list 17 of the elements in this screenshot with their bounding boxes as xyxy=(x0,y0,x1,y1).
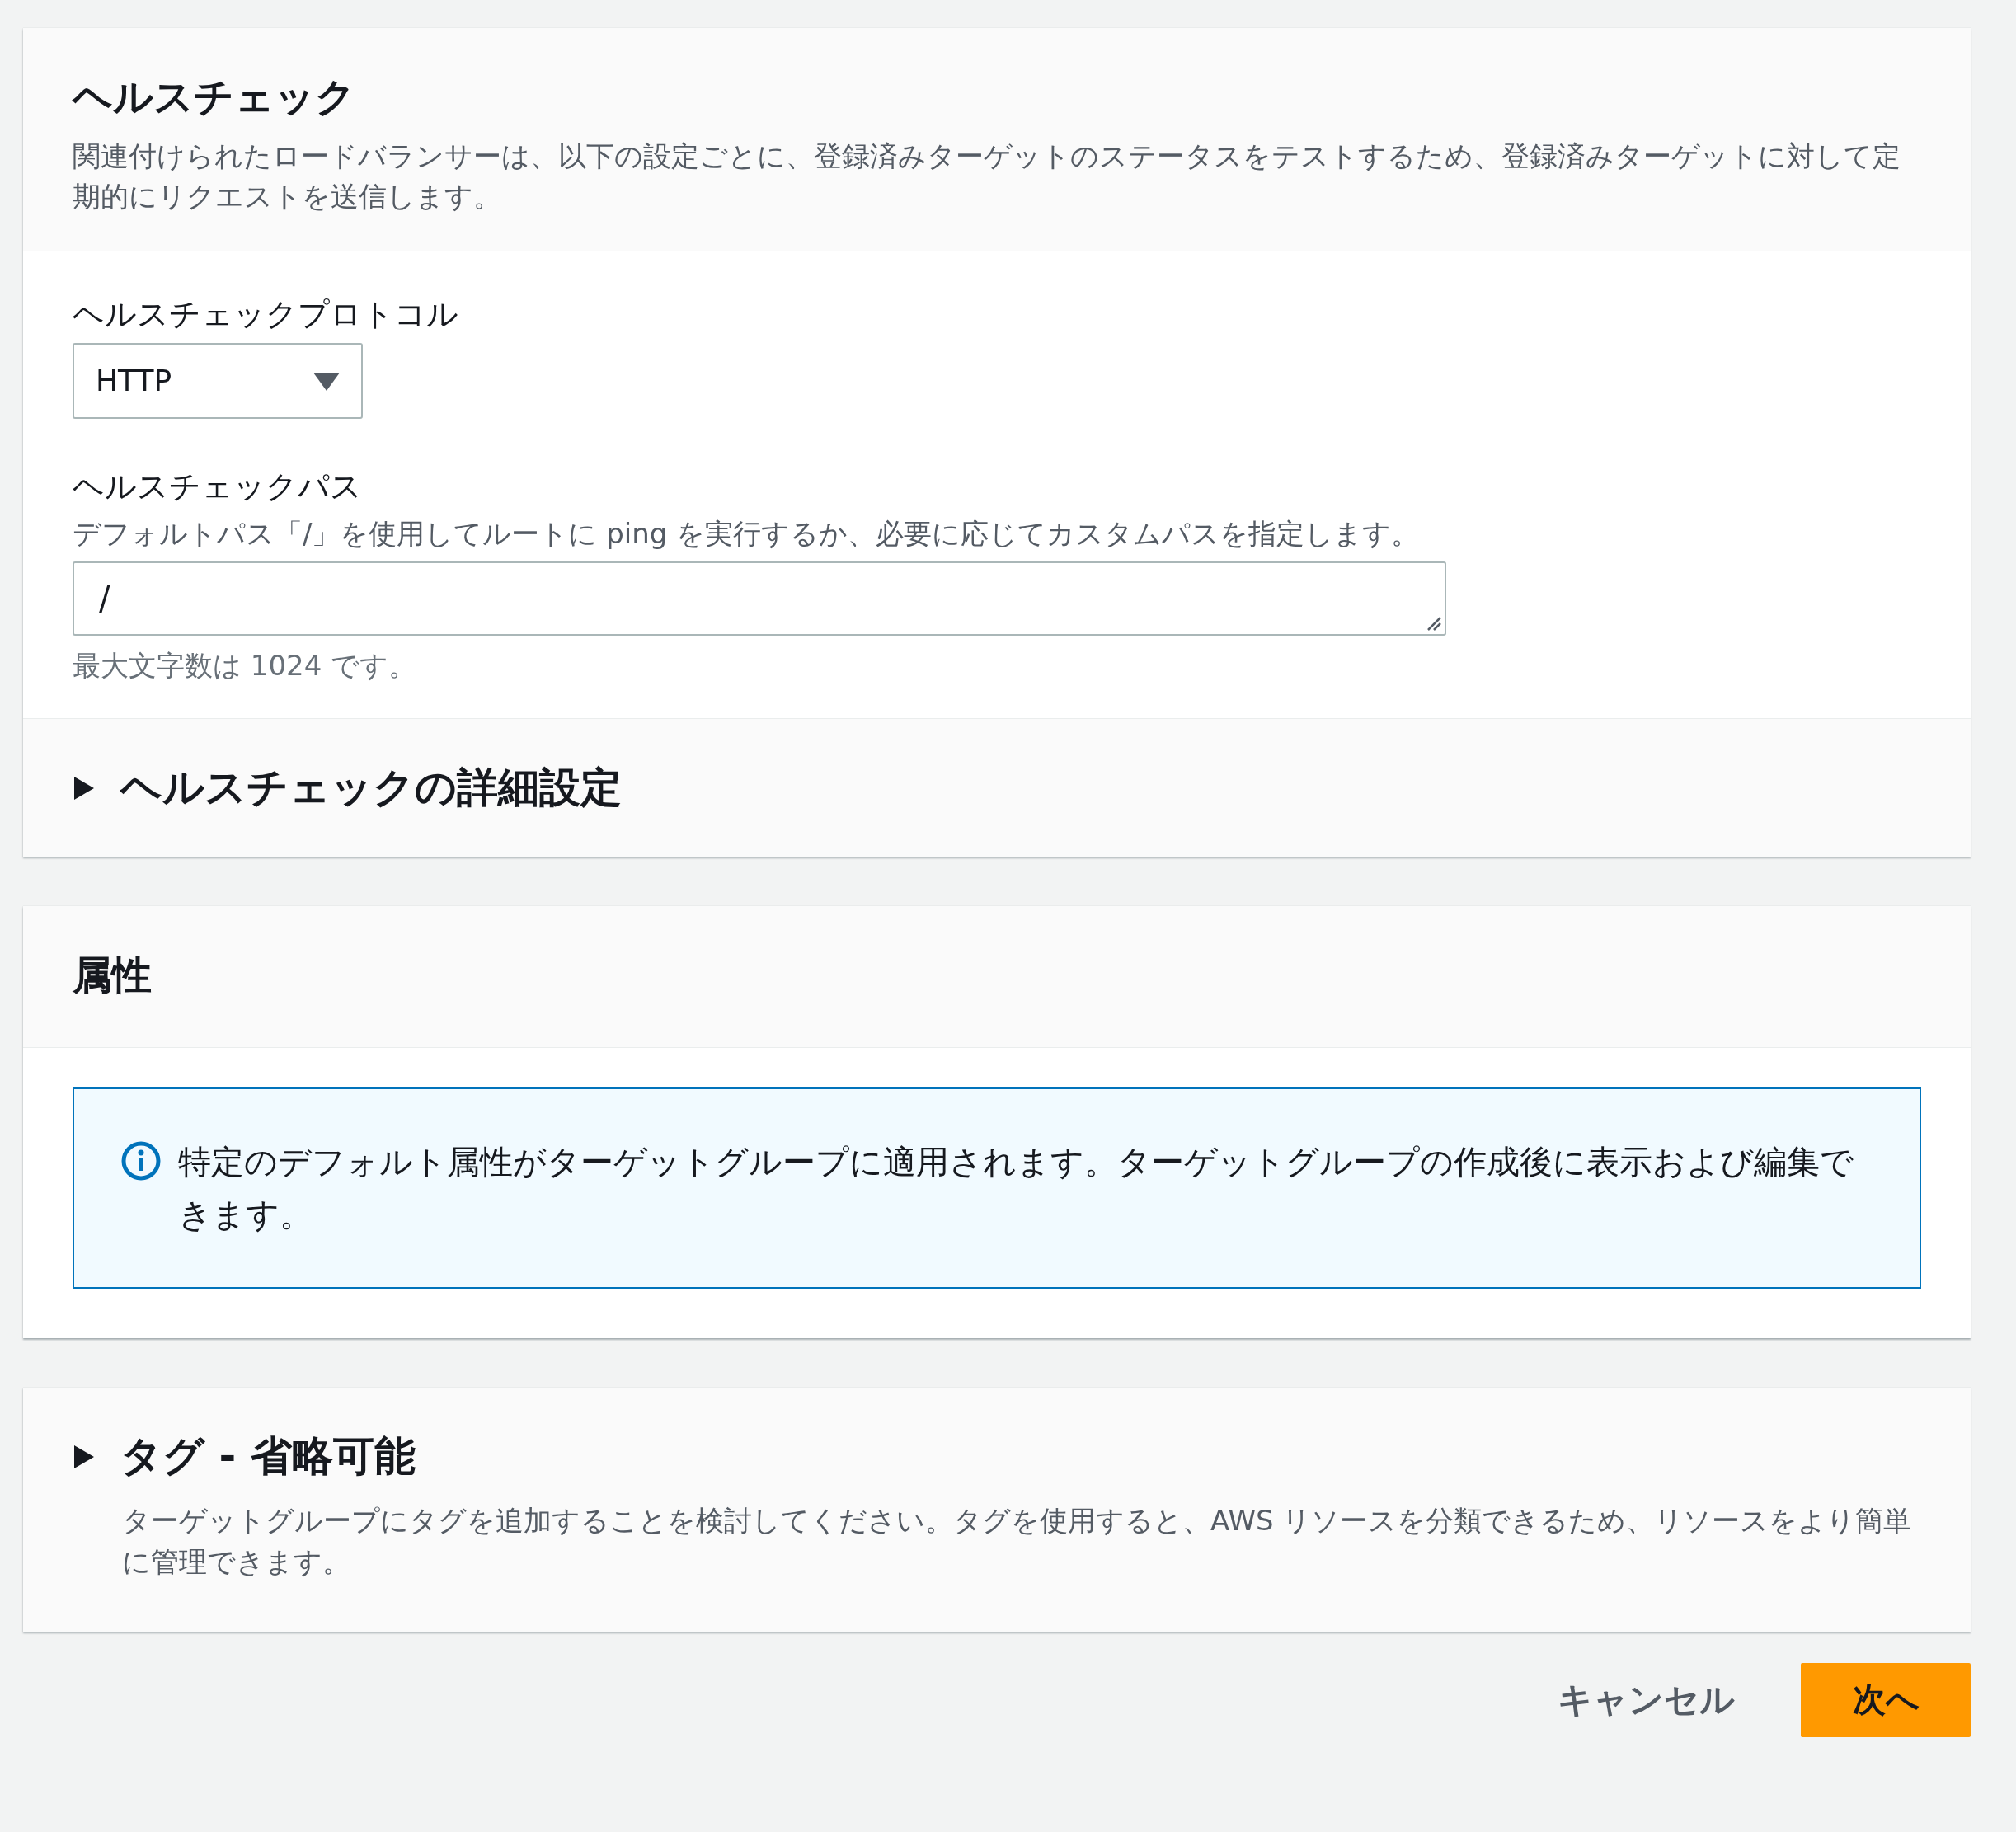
cancel-button[interactable]: キャンセル xyxy=(1558,1676,1735,1723)
section-title: ヘルスチェック xyxy=(73,73,356,121)
path-input-field[interactable]: / xyxy=(73,561,1446,637)
section-description: ターゲットグループにタグを追加することを検討してください。タグを使用すると、AWS リソースを分類できるため、リソースをより簡単に管理できます。 xyxy=(122,1503,1913,1580)
info-text: 特定のデフォルト属性がターゲットグループに適用されます。ターゲットグループの作成後に表示および編集できます。 xyxy=(178,1142,1854,1236)
section-title: 属性 xyxy=(73,951,153,1000)
field-label: ヘルスチェックパス xyxy=(73,467,363,506)
field-label: ヘルスチェックプロトコル xyxy=(73,294,459,334)
expandable-section-title[interactable]: タグ - 省略可能 xyxy=(120,1429,416,1485)
field-hint: デフォルトパス「/」を使用してルートに ping を実行するか、必要に応じてカスタムパスを指定します。 xyxy=(73,516,1421,552)
expandable-section-title[interactable]: ヘルスチェックの詳細設定 xyxy=(120,760,622,816)
protocol-dropdown[interactable]: HTTP xyxy=(73,342,363,419)
next-button[interactable]: 次へ xyxy=(1801,1662,1971,1737)
field-constraint: 最大文字数は 1024 です。 xyxy=(73,648,418,684)
caret-icon xyxy=(313,370,340,391)
info-icon xyxy=(120,1140,162,1182)
section-description: 関連付けられたロードバランサーは、以下の設定ごとに、登録済みターゲットのステータスをテストするため、登録済みターゲットに対して定期的にリクエストを送信します。 xyxy=(73,139,1901,215)
